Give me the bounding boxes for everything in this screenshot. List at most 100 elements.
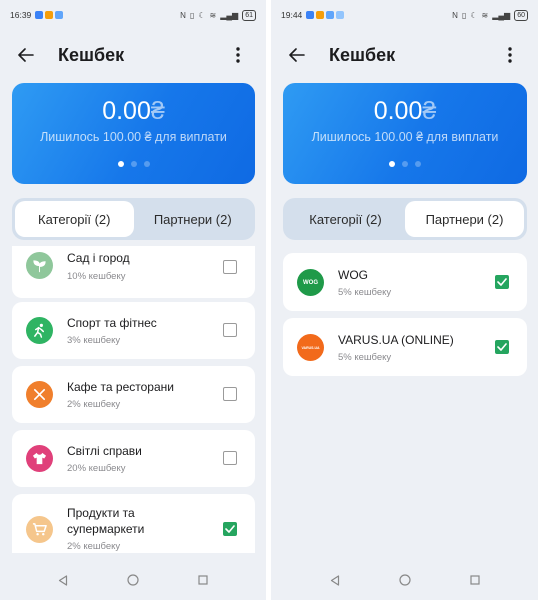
item-subtitle: 10% кешбеку (67, 271, 126, 282)
item-title: Продукти та супермаркети (67, 506, 145, 536)
cashback-balance-card[interactable]: 0.00₴ Лишилось 100.00 ₴ для виплати (12, 83, 255, 184)
page-title: Кешбек (58, 44, 125, 65)
moon-icon: ☾ (198, 10, 206, 20)
item-subtitle: 3% кешбеку (67, 335, 121, 346)
tab-switcher: Категорії (2) Партнери (2) (12, 198, 255, 240)
nav-recents-icon[interactable] (465, 570, 485, 590)
notification-app-icon (45, 11, 54, 19)
item-subtitle: 2% кешбеку (67, 541, 121, 552)
app-bar: Кешбек (0, 36, 266, 74)
running-person-icon (26, 317, 53, 344)
item-subtitle: 2% кешбеку (67, 399, 121, 410)
shopping-cart-icon (26, 516, 53, 543)
nav-home-icon[interactable] (395, 570, 415, 590)
carousel-dot[interactable] (402, 161, 408, 167)
balance-amount: 0.00₴ (102, 97, 165, 125)
nav-home-icon[interactable] (123, 570, 143, 590)
item-checkbox[interactable] (223, 323, 237, 337)
item-subtitle: 5% кешбеку (338, 287, 392, 298)
item-subtitle: 20% кешбеку (67, 463, 126, 474)
signal-icon: ▂▄▆ (492, 10, 511, 20)
right-phone-screen: 19:44 N ▯ ☾ ≋ ▂▄▆ 60 Кешбек 0.00₴ Лишило… (271, 0, 538, 600)
item-checkbox-checked[interactable] (223, 522, 237, 536)
vibrate-icon: ▯ (461, 10, 467, 20)
notification-app-icon (35, 11, 44, 19)
list-item-groceries[interactable]: Продукти та супермаркети 2% кешбеку (12, 494, 255, 553)
left-phone-screen: 16:39 N ▯ ☾ ≋ ▂▄▆ 61 Кешбек 0.00₴ Лишило… (0, 0, 266, 600)
system-nav-bar (0, 560, 266, 600)
balance-amount: 0.00₴ (373, 97, 437, 125)
nav-recents-icon[interactable] (193, 570, 213, 590)
notification-app-icon (55, 11, 64, 19)
nfc-icon: N (180, 10, 186, 20)
list-item-sport[interactable]: Спорт та фітнес 3% кешбеку (12, 302, 255, 359)
partner-list: WOG WOG 5% кешбеку VARUS.UA VARUS.UA (ON… (283, 253, 527, 383)
cashback-balance-card[interactable]: 0.00₴ Лишилось 100.00 ₴ для виплати (283, 83, 527, 184)
balance-remaining-text: Лишилось 100.00 ₴ для виплати (40, 130, 227, 144)
more-vertical-icon[interactable] (228, 43, 248, 67)
carousel-dot[interactable] (143, 161, 150, 167)
status-time: 19:44 (281, 10, 303, 20)
tab-switcher: Категорії (2) Партнери (2) (283, 198, 527, 240)
carousel-dot[interactable] (130, 161, 137, 167)
status-bar: 19:44 N ▯ ☾ ≋ ▂▄▆ 60 (271, 0, 538, 30)
back-arrow-icon[interactable] (14, 43, 38, 67)
item-title: Світлі справи (67, 444, 142, 458)
tshirt-icon (26, 445, 53, 472)
battery-icon: 61 (242, 9, 256, 21)
cutlery-icon (26, 381, 53, 408)
currency-sign: ₴ (150, 97, 165, 125)
vibrate-icon: ▯ (189, 10, 195, 20)
item-checkbox-checked[interactable] (495, 275, 509, 289)
item-title: Кафе та ресторани (67, 380, 174, 394)
balance-remaining-text: Лишилось 100.00 ₴ для виплати (311, 130, 499, 144)
item-title: Спорт та фітнес (67, 316, 157, 330)
nav-back-icon[interactable] (53, 570, 73, 590)
carousel-dot[interactable] (117, 161, 124, 167)
item-checkbox[interactable] (223, 260, 237, 274)
app-bar: Кешбек (271, 36, 538, 74)
wog-logo: WOG (297, 269, 324, 296)
carousel-dots (12, 161, 255, 167)
sprout-icon (26, 252, 53, 279)
nav-back-icon[interactable] (325, 570, 345, 590)
list-item-varus[interactable]: VARUS.UA VARUS.UA (ONLINE) 5% кешбеку (283, 318, 527, 376)
moon-icon: ☾ (470, 10, 478, 20)
battery-icon: 60 (514, 9, 528, 21)
list-item-garden[interactable]: Сад і город 10% кешбеку (12, 246, 255, 298)
tab-partners[interactable]: Партнери (2) (405, 201, 524, 237)
tab-partners[interactable]: Партнери (2) (134, 201, 253, 237)
item-checkbox[interactable] (223, 451, 237, 465)
list-item-cafe[interactable]: Кафе та ресторани 2% кешбеку (12, 366, 255, 423)
item-title: Сад і город (67, 251, 130, 265)
system-nav-bar (271, 560, 538, 600)
signal-icon: ▂▄▆ (220, 10, 239, 20)
carousel-dots (283, 161, 527, 167)
notification-app-icon (326, 11, 335, 19)
more-vertical-icon[interactable] (500, 43, 520, 67)
wifi-icon: ≋ (209, 10, 217, 20)
tab-categories[interactable]: Категорії (2) (15, 201, 134, 237)
nfc-icon: N (452, 10, 458, 20)
item-title: WOG (338, 268, 368, 282)
notification-app-icon (336, 11, 345, 19)
wifi-icon: ≋ (481, 10, 489, 20)
item-subtitle: 5% кешбеку (338, 352, 392, 363)
item-checkbox[interactable] (223, 387, 237, 401)
carousel-dot[interactable] (389, 161, 395, 167)
tab-categories[interactable]: Категорії (2) (286, 201, 405, 237)
back-arrow-icon[interactable] (285, 43, 309, 67)
list-item-charity[interactable]: Світлі справи 20% кешбеку (12, 430, 255, 487)
carousel-dot[interactable] (415, 161, 421, 167)
notification-app-icon (316, 11, 325, 19)
varus-logo: VARUS.UA (297, 334, 324, 361)
notification-app-icon (306, 11, 315, 19)
currency-sign: ₴ (422, 97, 437, 125)
item-checkbox-checked[interactable] (495, 340, 509, 354)
status-bar: 16:39 N ▯ ☾ ≋ ▂▄▆ 61 (0, 0, 266, 30)
page-title: Кешбек (329, 44, 396, 65)
list-item-wog[interactable]: WOG WOG 5% кешбеку (283, 253, 527, 311)
item-title: VARUS.UA (ONLINE) (338, 333, 454, 347)
category-list: Сад і город 10% кешбеку Спорт та фітнес … (12, 246, 255, 553)
status-time: 16:39 (10, 10, 32, 20)
